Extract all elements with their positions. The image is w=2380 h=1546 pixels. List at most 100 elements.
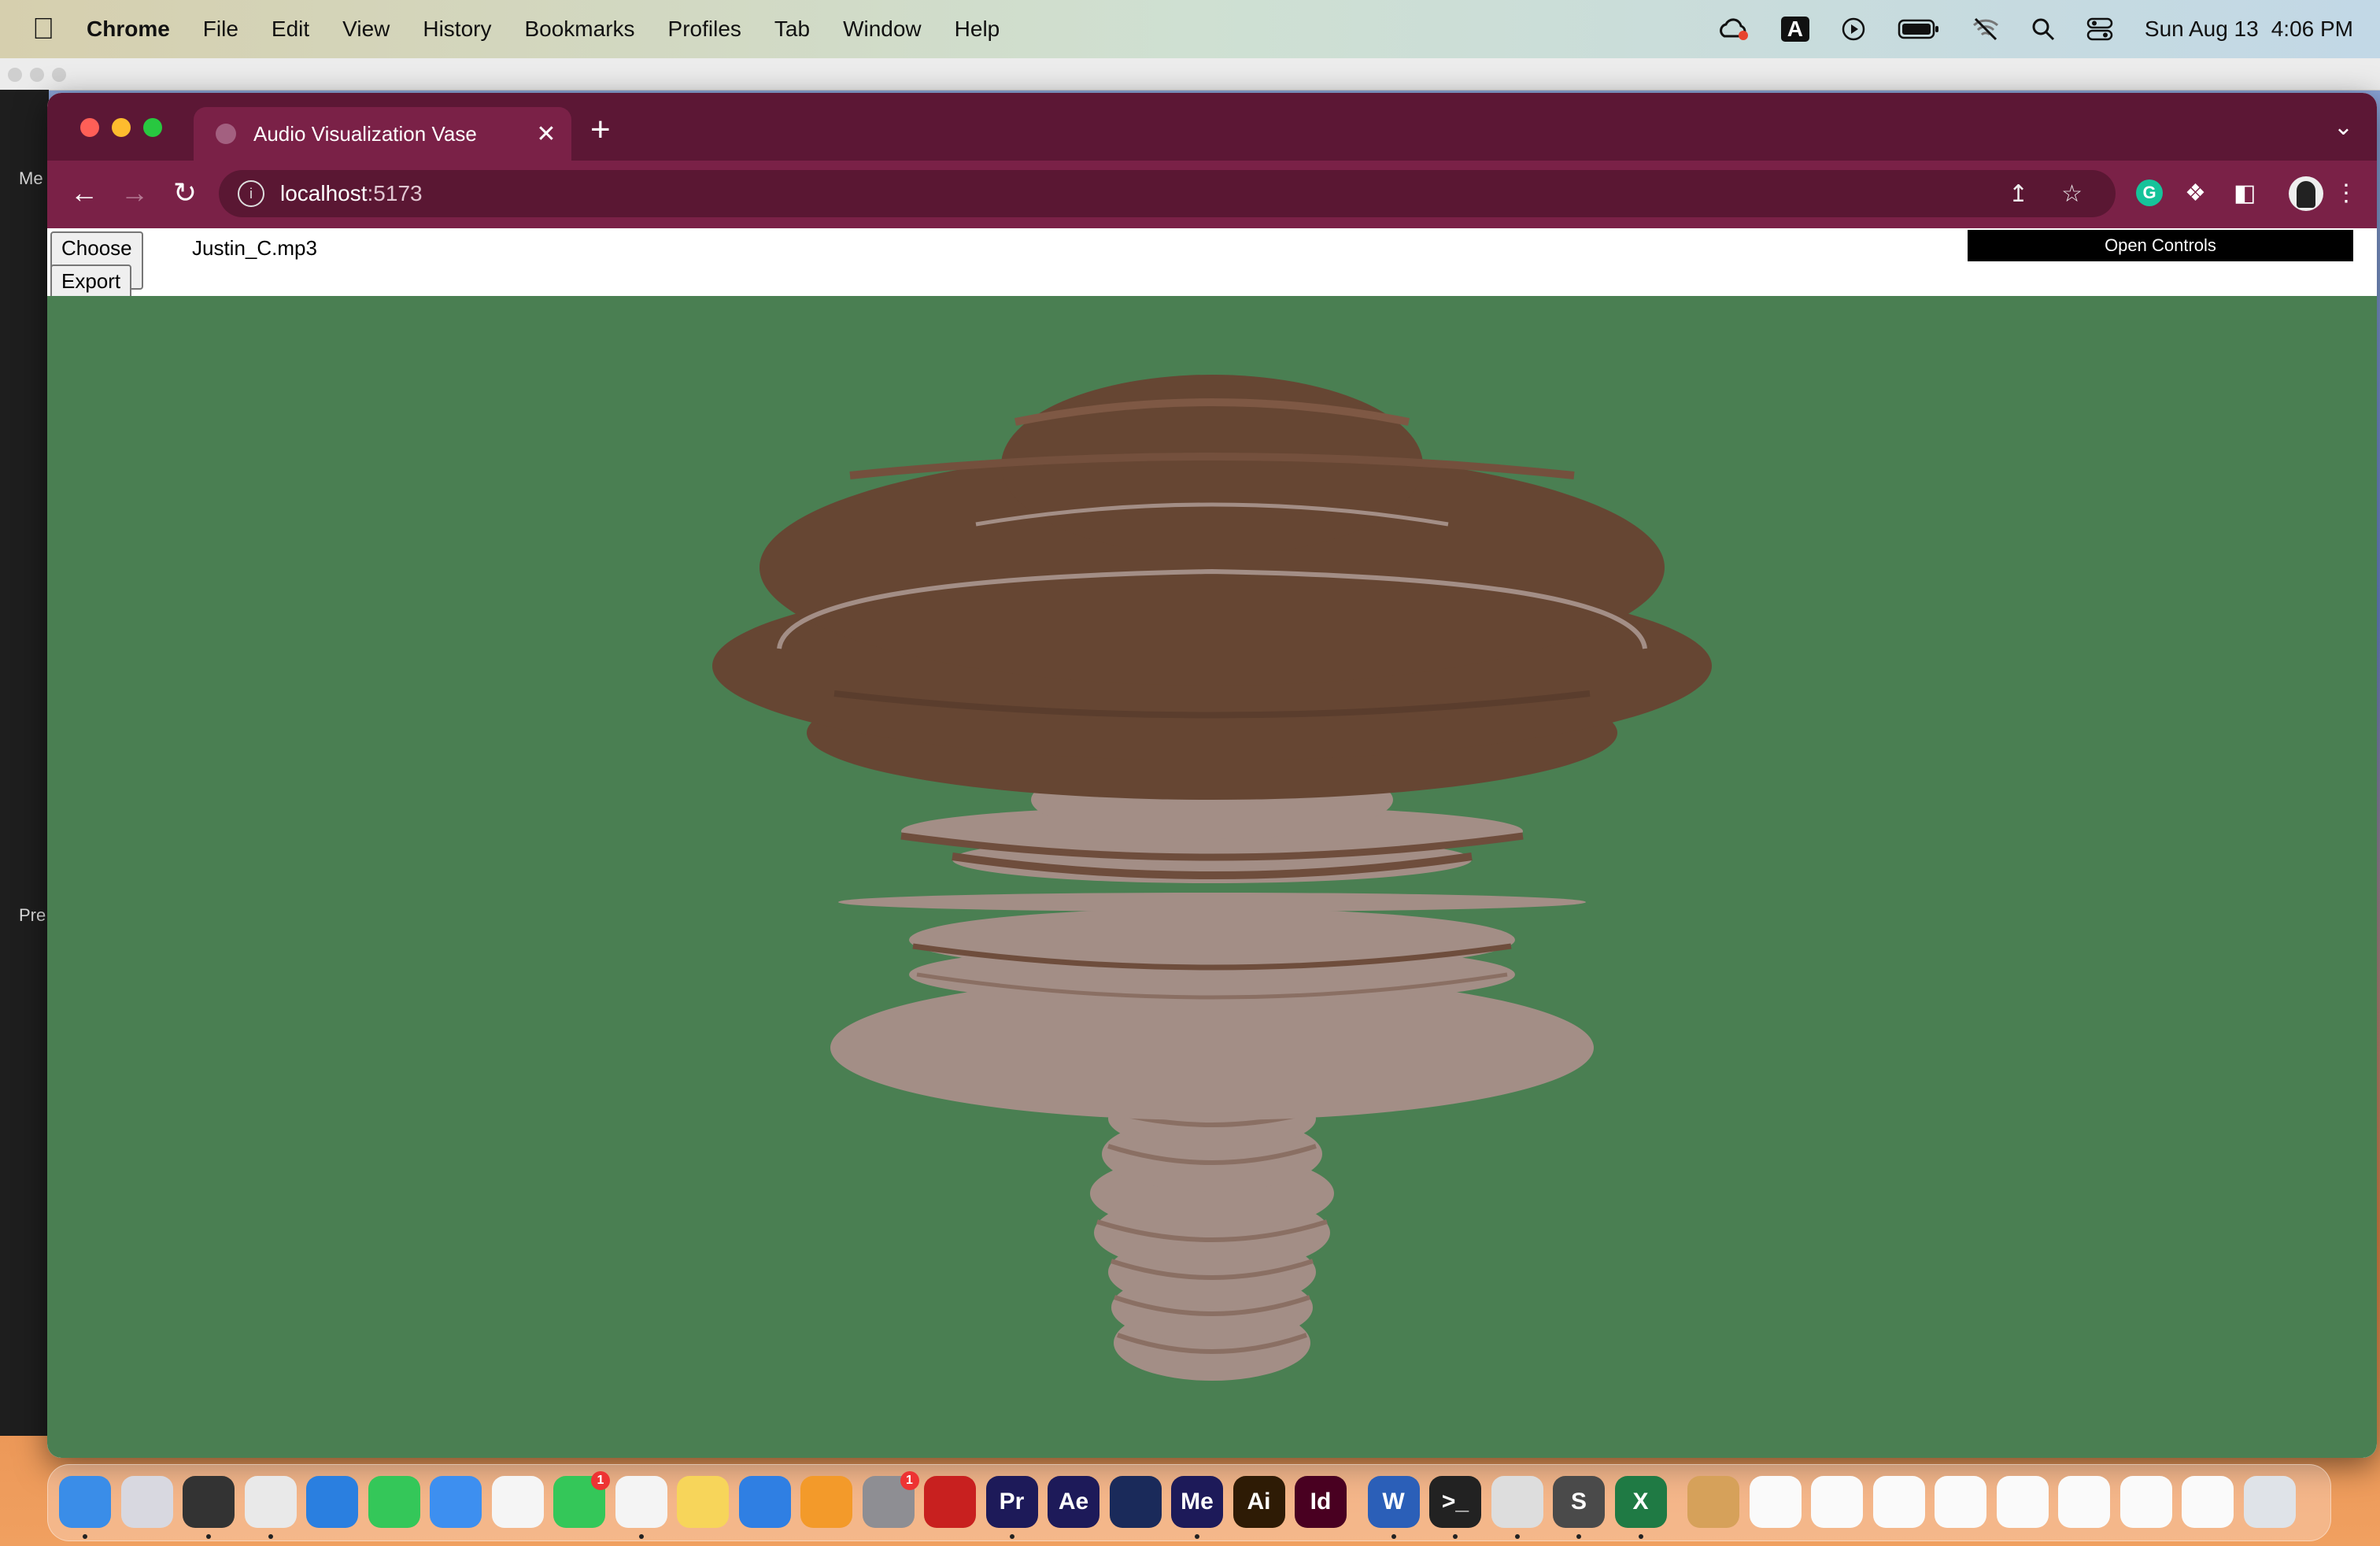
3d-canvas[interactable] [47, 296, 2377, 1458]
menu-view[interactable]: View [342, 17, 390, 42]
extensions-puzzle-icon[interactable]: ❖ [2185, 179, 2206, 207]
dock-notes-icon[interactable] [677, 1476, 729, 1528]
wifi-off-icon[interactable] [1972, 17, 2000, 42]
dock-textedit-icon[interactable] [615, 1476, 667, 1528]
dock-doc-5-icon[interactable] [1996, 1476, 2049, 1528]
play-icon[interactable] [1841, 17, 1866, 42]
dock-system-settings-icon[interactable]: 1 [862, 1471, 919, 1528]
dock-pages-icon[interactable] [800, 1476, 852, 1528]
battery-icon[interactable] [1898, 18, 1940, 40]
menu-bookmarks[interactable]: Bookmarks [524, 17, 634, 42]
menu-history[interactable]: History [423, 17, 491, 42]
creative-cloud-icon[interactable] [1718, 17, 1750, 41]
running-indicator [1638, 1534, 1643, 1539]
dock-after-effects-icon[interactable]: Ae [1048, 1476, 1099, 1528]
back-icon[interactable]: ← [65, 176, 104, 209]
dock-cinema-4d-icon[interactable] [1109, 1476, 1162, 1528]
dock-app-label: Id [1310, 1489, 1332, 1515]
grammarly-icon[interactable]: G [2136, 179, 2163, 206]
site-info-icon[interactable]: i [238, 180, 264, 207]
dock-mail-icon[interactable] [430, 1476, 482, 1528]
menubar-date[interactable]: Sun Aug 13 [2145, 17, 2259, 42]
dock-trash-icon[interactable] [2243, 1476, 2296, 1528]
vase-render [712, 375, 1712, 1381]
window-minimize-button[interactable] [112, 118, 131, 137]
dock-premiere-pro-icon[interactable]: Pr [985, 1476, 1038, 1528]
running-indicator [1514, 1534, 1520, 1539]
selected-file-name: Justin_C.mp3 [192, 236, 317, 260]
dock-keynote-icon[interactable] [738, 1476, 791, 1528]
dock: 1 1 Pr Ae Me Ai Id W >_ S X [47, 1464, 2331, 1541]
menubar-time[interactable]: 4:06 PM [2271, 17, 2353, 42]
running-indicator [206, 1534, 211, 1539]
chrome-menu-icon[interactable]: ⋮ [2334, 179, 2358, 207]
running-indicator [638, 1534, 644, 1539]
menu-app-name[interactable]: Chrome [87, 17, 170, 42]
dock-archive-icon[interactable] [1687, 1476, 1739, 1528]
dock-word-icon[interactable]: W [1367, 1476, 1420, 1528]
tab-search-chevron-icon[interactable]: ⌄ [2334, 113, 2353, 141]
tab-active[interactable]: Audio Visualization Vase ✕ [194, 107, 571, 161]
dock-acrobat-icon[interactable] [924, 1476, 976, 1528]
reload-icon[interactable]: ↻ [165, 176, 205, 209]
menu-tab[interactable]: Tab [774, 17, 810, 42]
background-window-titlebar [0, 58, 2380, 91]
spotlight-search-icon[interactable] [2031, 17, 2055, 41]
dock-doc-2-icon[interactable] [1811, 1476, 1863, 1528]
control-center-icon[interactable] [2086, 17, 2113, 41]
running-indicator [1391, 1534, 1396, 1539]
url-text[interactable]: localhost:5173 [280, 181, 2009, 206]
dock-safari-icon[interactable] [306, 1476, 358, 1528]
dock-doc-4-icon[interactable] [1935, 1476, 1986, 1528]
chrome-window: Audio Visualization Vase ✕ + ⌄ ← → ↻ i l… [47, 93, 2377, 1458]
running-indicator [1009, 1534, 1014, 1539]
dock-rocket-icon[interactable] [1491, 1476, 1543, 1528]
window-close-button[interactable] [80, 118, 99, 137]
dock-doc-8-icon[interactable] [2182, 1476, 2234, 1528]
running-indicator [83, 1534, 87, 1539]
notification-badge: 1 [591, 1471, 610, 1490]
dock-doc-6-icon[interactable] [2058, 1476, 2110, 1528]
dock-finder-icon[interactable] [59, 1476, 111, 1528]
menu-help[interactable]: Help [955, 17, 1000, 42]
bookmark-star-icon[interactable]: ☆ [2061, 180, 2082, 208]
dock-app-label: Pr [999, 1489, 1025, 1515]
dock-quicktime-icon[interactable] [183, 1476, 235, 1528]
running-indicator [1453, 1534, 1458, 1539]
dock-indesign-icon[interactable]: Id [1295, 1476, 1347, 1528]
input-source-icon[interactable]: A [1780, 17, 1809, 42]
dock-excel-icon[interactable]: X [1614, 1476, 1667, 1528]
dock-media-encoder-icon[interactable]: Me [1171, 1476, 1223, 1528]
dock-app-label: X [1632, 1489, 1649, 1515]
menu-file[interactable]: File [203, 17, 238, 42]
forward-icon[interactable]: → [115, 176, 154, 209]
share-icon[interactable]: ↥ [2009, 180, 2028, 208]
dock-illustrator-icon[interactable]: Ai [1232, 1476, 1285, 1528]
new-tab-icon[interactable]: + [590, 110, 611, 150]
dock-terminal-icon[interactable]: >_ [1429, 1476, 1481, 1528]
tab-close-icon[interactable]: ✕ [530, 120, 562, 148]
dock-messages-icon[interactable] [368, 1476, 420, 1528]
side-panel-icon[interactable]: ◧ [2234, 179, 2256, 207]
dock-app-label: S [1570, 1489, 1587, 1515]
page-content: Choose File Justin_C.mp3 Export STL Open… [47, 228, 2377, 1458]
dock-doc-1-icon[interactable] [1749, 1476, 1802, 1528]
menu-profiles[interactable]: Profiles [668, 17, 741, 42]
window-zoom-button[interactable] [143, 118, 162, 137]
dock-app-label: W [1382, 1489, 1405, 1515]
profile-avatar[interactable] [2289, 176, 2323, 211]
apple-icon[interactable]:  [0, 13, 87, 46]
menu-window[interactable]: Window [843, 17, 922, 42]
open-controls-button[interactable]: Open Controls [1968, 230, 2353, 261]
dock-doc-7-icon[interactable] [2119, 1476, 2172, 1528]
input-source-label: A [1780, 17, 1809, 42]
dock-facetime-icon[interactable]: 1 [553, 1471, 610, 1528]
dock-chrome-icon[interactable] [244, 1476, 297, 1528]
dock-launchpad-icon[interactable] [120, 1476, 173, 1528]
dock-app-label: Me [1181, 1489, 1214, 1515]
menu-edit[interactable]: Edit [272, 17, 309, 42]
address-bar[interactable]: i localhost:5173 ↥ ☆ [219, 170, 2116, 217]
dock-photos-icon[interactable] [491, 1476, 544, 1528]
dock-sublime-text-icon[interactable]: S [1553, 1476, 1605, 1528]
dock-doc-3-icon[interactable] [1872, 1476, 1925, 1528]
